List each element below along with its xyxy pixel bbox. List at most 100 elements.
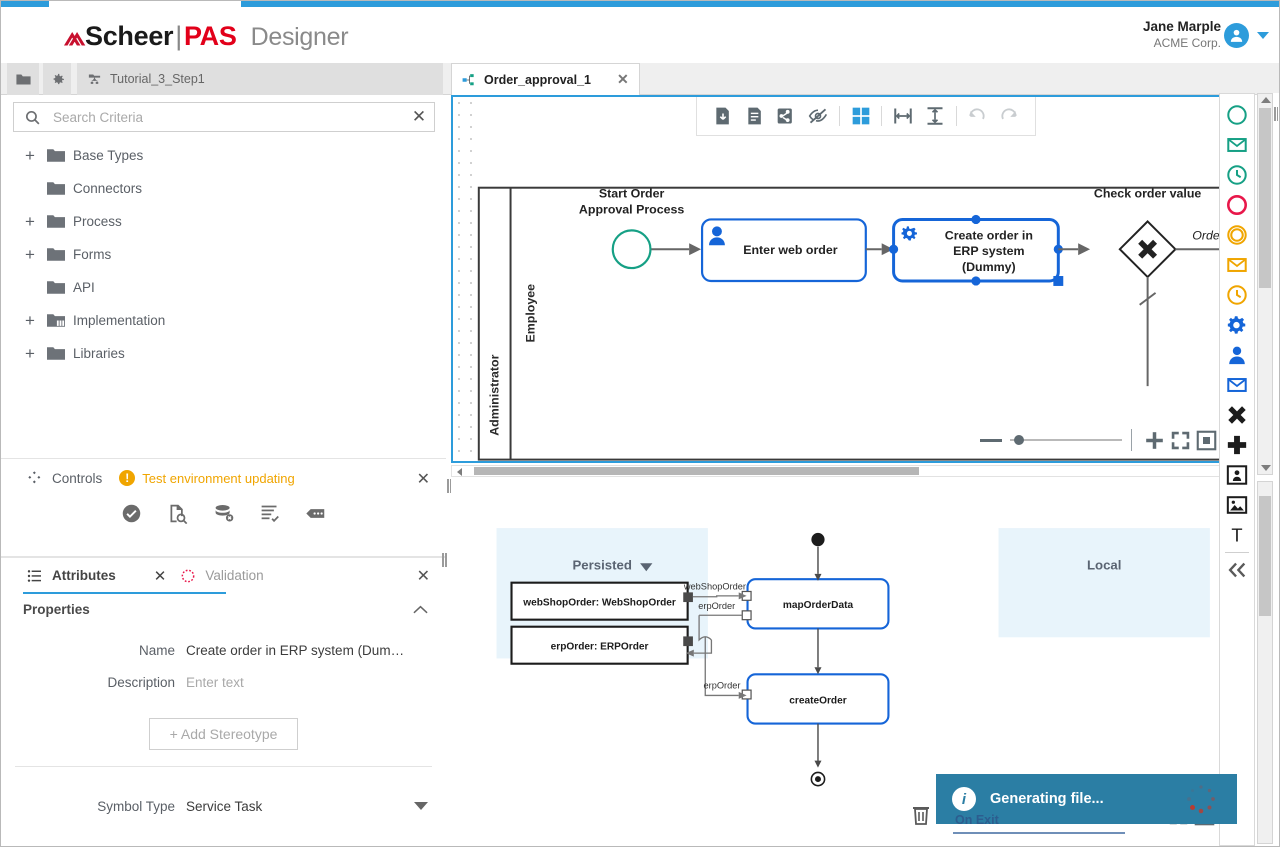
expand-icon[interactable]: +	[25, 213, 47, 230]
user-menu-chevron-down-icon[interactable]	[1257, 32, 1269, 39]
expand-icon[interactable]: +	[25, 147, 47, 164]
fit-icon[interactable]	[1193, 427, 1219, 453]
chevron-down-icon[interactable]	[414, 802, 428, 810]
document-search-icon[interactable]	[167, 503, 188, 529]
status-badge: ! Test environment updating	[119, 470, 294, 486]
fullscreen-icon[interactable]	[1167, 427, 1193, 453]
palette-scrollbar-bottom[interactable]	[1257, 481, 1273, 844]
scroll-up-arrow-icon[interactable]	[1261, 97, 1271, 103]
controls-panel: Controls ! Test environment updating ✕	[1, 458, 446, 557]
tree-item-process[interactable]: + Process	[1, 205, 446, 238]
breadcrumb[interactable]: Tutorial_3_Step1	[77, 63, 443, 95]
document-icon[interactable]	[739, 97, 771, 135]
properties-section-header[interactable]: Properties	[1, 593, 446, 626]
brand-chevron-icon: ⩕	[64, 21, 85, 51]
message-event-icon[interactable]	[1220, 250, 1254, 280]
tab-order-approval[interactable]: Order_approval_1 ✕	[451, 63, 640, 95]
pool-icon[interactable]	[1220, 460, 1254, 490]
expand-icon[interactable]: +	[25, 345, 47, 362]
search-clear-icon[interactable]: ✕	[404, 107, 434, 127]
align-vertical-icon[interactable]	[919, 97, 951, 135]
scroll-down-arrow-icon[interactable]	[1261, 465, 1271, 471]
scroll-left-arrow-icon[interactable]	[457, 468, 462, 476]
tree-item-api[interactable]: + API	[1, 271, 446, 304]
service-task-icon[interactable]	[1220, 310, 1254, 340]
tree-item-forms[interactable]: + Forms	[1, 238, 446, 271]
on-exit-label: On Exit	[955, 813, 999, 827]
share-icon[interactable]	[770, 97, 802, 135]
intermediate-event-icon[interactable]	[1220, 220, 1254, 250]
tree-item-label: Process	[73, 214, 122, 229]
tree-item-label: Implementation	[73, 313, 165, 328]
field-symbol-type[interactable]: Symbol Type Service Task	[1, 789, 446, 823]
tree-item-libraries[interactable]: + Libraries	[1, 337, 446, 370]
user-org: ACME Corp.	[1143, 36, 1221, 51]
image-icon[interactable]	[1220, 490, 1254, 520]
field-name-value[interactable]: Create order in ERP system (Dum…	[186, 643, 404, 658]
search-box[interactable]: ✕	[13, 102, 435, 132]
redo-icon[interactable]	[993, 97, 1025, 135]
align-horizontal-icon[interactable]	[887, 97, 919, 135]
zoom-slider-thumb[interactable]	[1014, 435, 1024, 445]
brand-separator: |	[175, 21, 182, 51]
user-info[interactable]: Jane Marple ACME Corp.	[1143, 19, 1221, 51]
collapse-icon[interactable]	[1220, 555, 1254, 585]
end-event-icon[interactable]	[1220, 190, 1254, 220]
hide-icon[interactable]	[802, 97, 834, 135]
folder-icon[interactable]	[7, 63, 39, 95]
chevron-up-icon[interactable]	[413, 602, 428, 617]
attributes-panel-close-icon[interactable]: ✕	[417, 566, 430, 586]
bpmn-canvas[interactable]: Administrator Employee Start Order Appro…	[451, 95, 1229, 463]
gear-icon[interactable]	[43, 63, 71, 95]
trash-icon[interactable]	[911, 802, 931, 826]
message-start-event-icon[interactable]	[1220, 130, 1254, 160]
right-edge-splitter[interactable]	[1273, 93, 1279, 846]
zoom-slider-track[interactable]	[1010, 439, 1122, 441]
more-options-icon[interactable]	[305, 503, 326, 529]
scrollbar-thumb[interactable]	[1259, 108, 1271, 288]
search-input[interactable]	[51, 109, 404, 126]
exclusive-gateway-icon[interactable]	[1220, 400, 1254, 430]
add-stereotype-button[interactable]: + Add Stereotype	[149, 718, 299, 750]
palette-scrollbar-top[interactable]	[1257, 93, 1273, 475]
start-event-icon[interactable]	[1220, 100, 1254, 130]
expand-icon[interactable]: +	[25, 312, 47, 329]
tree-item-base-types[interactable]: + Base Types	[1, 139, 446, 172]
tab-validation[interactable]: Validation	[180, 568, 263, 584]
folder-icon	[47, 148, 73, 163]
parallel-gateway-icon[interactable]	[1220, 430, 1254, 460]
scrollbar-thumb[interactable]	[1259, 496, 1271, 616]
field-description[interactable]: Description Enter text	[1, 666, 446, 698]
timer-event-icon[interactable]	[1220, 280, 1254, 310]
zoom-out-icon[interactable]	[980, 439, 1002, 442]
svg-text:(Dummy): (Dummy)	[962, 260, 1016, 274]
timer-start-event-icon[interactable]	[1220, 160, 1254, 190]
svg-text:Administrator: Administrator	[488, 354, 502, 435]
expand-icon[interactable]: +	[25, 246, 47, 263]
svg-text:erpOrder: erpOrder	[704, 680, 741, 690]
toast-message: Generating file...	[990, 791, 1104, 807]
controls-close-icon[interactable]: ✕	[417, 469, 430, 489]
text-icon[interactable]: T	[1220, 520, 1254, 550]
undo-icon[interactable]	[962, 97, 994, 135]
send-task-icon[interactable]	[1220, 370, 1254, 400]
tab-attributes[interactable]: Attributes	[27, 568, 116, 584]
tab-close-icon[interactable]: ✕	[617, 71, 629, 88]
tree-item-connectors[interactable]: + Connectors	[1, 172, 446, 205]
field-name[interactable]: Name Create order in ERP system (Dum…	[1, 634, 446, 666]
validate-icon[interactable]	[121, 503, 142, 529]
scrollbar-thumb[interactable]	[474, 467, 919, 475]
horizontal-scrollbar[interactable]	[451, 465, 1229, 477]
grid-icon[interactable]	[845, 97, 877, 135]
field-description-value[interactable]: Enter text	[186, 675, 244, 690]
user-task-icon[interactable]	[1220, 340, 1254, 370]
log-list-icon[interactable]	[259, 503, 280, 529]
tree-item-implementation[interactable]: + Implementation	[1, 304, 446, 337]
zoom-in-icon[interactable]	[1141, 427, 1167, 453]
database-delete-icon[interactable]	[213, 503, 234, 529]
avatar[interactable]	[1224, 23, 1249, 48]
save-file-icon[interactable]	[707, 97, 739, 135]
attributes-panel: Attributes ✕ Validation ✕ Properties Nam…	[1, 557, 446, 846]
active-tab-underline	[23, 592, 226, 594]
tab-attributes-close-icon[interactable]: ✕	[154, 567, 167, 585]
